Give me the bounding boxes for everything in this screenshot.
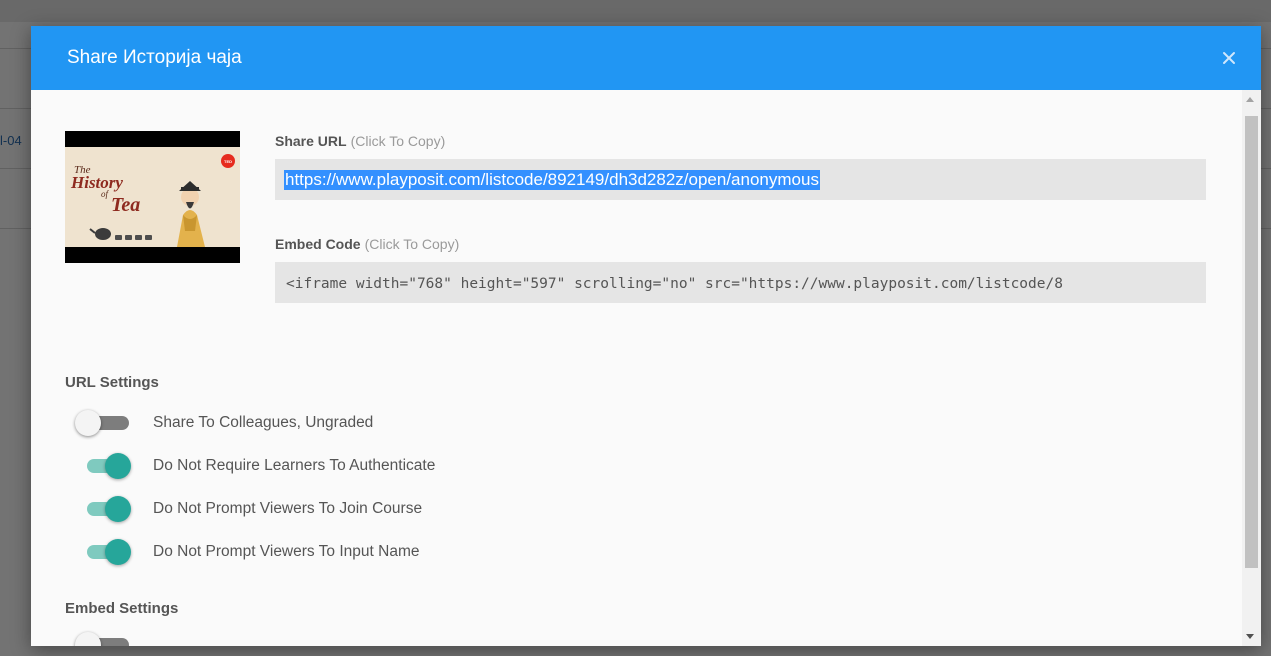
embed-code-value[interactable]: <iframe width="768" height="597" scrolli…	[286, 275, 1063, 293]
scroll-down-icon[interactable]	[1246, 634, 1254, 639]
toggle-label: Do Not Require Learners To Authenticate	[153, 457, 436, 474]
require-authenticate-toggle[interactable]	[75, 453, 131, 479]
close-button[interactable]	[1213, 42, 1245, 74]
dialog-scrollbar[interactable]	[1242, 90, 1261, 646]
toggle-knob	[75, 632, 101, 646]
embed-code-field[interactable]: <iframe width="768" height="597" scrolli…	[275, 262, 1206, 303]
embed-settings-title: Embed Settings	[65, 600, 179, 617]
scroll-thumb[interactable]	[1245, 116, 1258, 568]
share-to-colleagues-toggle[interactable]	[75, 410, 131, 436]
share-url-value[interactable]: https://www.playposit.com/listcode/89214…	[284, 170, 820, 190]
toggle-knob	[75, 410, 101, 436]
share-url-field[interactable]: https://www.playposit.com/listcode/89214…	[275, 159, 1206, 200]
dialog-title: Share Историја чаја	[67, 47, 242, 68]
svg-text:Tea: Tea	[111, 194, 140, 216]
dialog-header: Share Историја чаја	[31, 26, 1261, 90]
toggle-label: Share To Colleagues, Ungraded	[153, 414, 374, 431]
svg-text:TED: TED	[224, 159, 232, 164]
toggle-row-input-name: Do Not Prompt Viewers To Input Name	[75, 537, 675, 567]
join-course-toggle[interactable]	[75, 496, 131, 522]
embed-setting-toggle[interactable]	[75, 632, 131, 646]
share-dialog: Share Историја чаја TED The History of T…	[31, 26, 1261, 646]
toggle-row-share-to-colleagues: Share To Colleagues, Ungraded	[75, 408, 675, 438]
toggle-knob	[105, 453, 131, 479]
share-url-copy-hint: (Click To Copy)	[350, 133, 446, 149]
toggle-knob	[105, 496, 131, 522]
embed-code-copy-hint: (Click To Copy)	[364, 236, 460, 252]
close-icon	[1223, 52, 1235, 64]
svg-text:History: History	[70, 173, 123, 192]
share-url-label: Share URL (Click To Copy)	[275, 133, 445, 149]
toggle-row-join-course: Do Not Prompt Viewers To Join Course	[75, 494, 675, 524]
toggle-knob	[105, 539, 131, 565]
embed-code-label: Embed Code (Click To Copy)	[275, 236, 459, 252]
toggle-label: Do Not Prompt Viewers To Join Course	[153, 500, 423, 517]
share-url-label-text: Share URL	[275, 133, 347, 149]
toggle-label: Do Not Prompt Viewers To Input Name	[153, 543, 420, 560]
toggle-row-embed-partial	[75, 630, 675, 646]
url-settings-title: URL Settings	[65, 374, 159, 391]
scroll-up-icon[interactable]	[1246, 97, 1254, 102]
embed-code-label-text: Embed Code	[275, 236, 361, 252]
input-name-toggle[interactable]	[75, 539, 131, 565]
toggle-row-require-authenticate: Do Not Require Learners To Authenticate	[75, 451, 675, 481]
video-thumbnail: TED The History of Tea	[65, 131, 240, 263]
